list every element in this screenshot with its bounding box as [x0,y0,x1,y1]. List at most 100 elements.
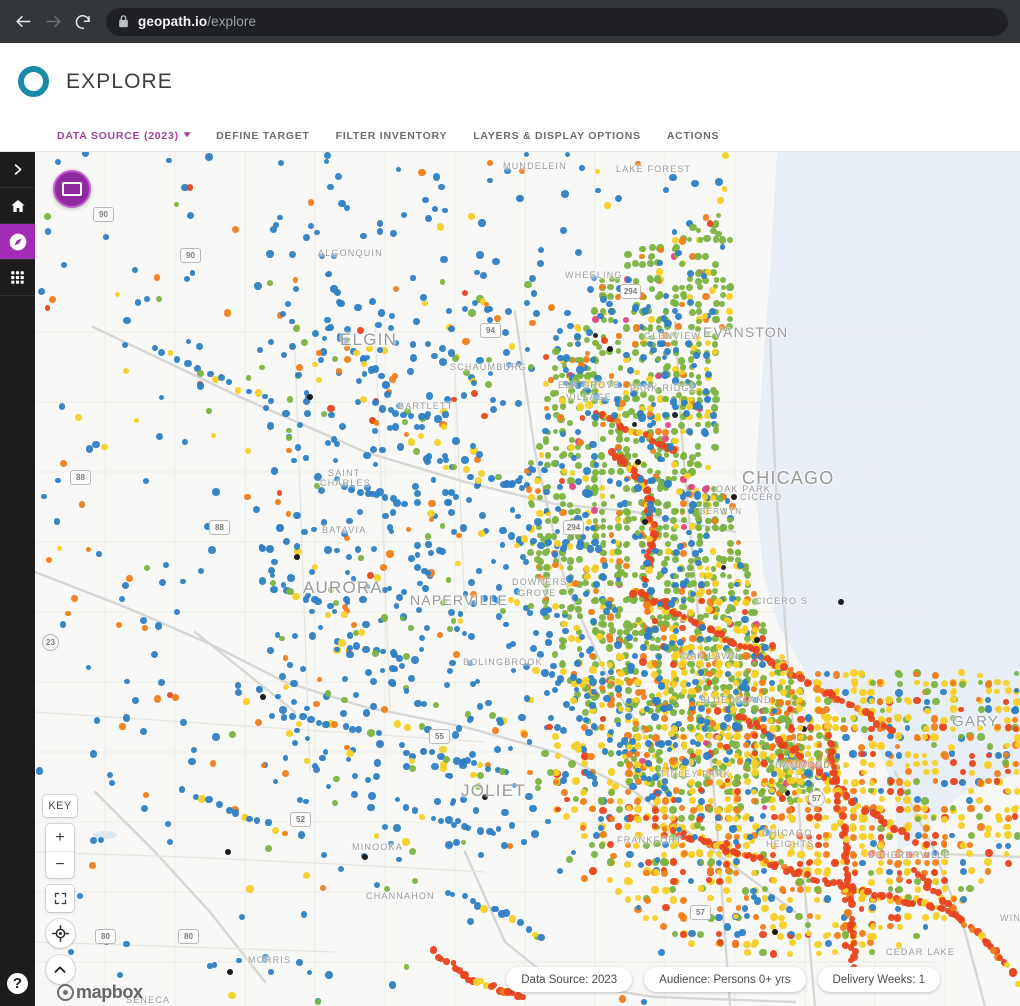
inventory-dot[interactable] [567,502,574,508]
inventory-dot[interactable] [559,667,567,675]
inventory-dot[interactable] [869,740,877,749]
inventory-dot[interactable] [643,705,650,712]
inventory-dot[interactable] [389,509,396,516]
inventory-dot[interactable] [279,705,288,714]
inventory-dot[interactable] [532,630,539,636]
inventory-dot[interactable] [985,777,992,785]
inventory-dot[interactable] [625,642,633,650]
inventory-dot[interactable] [617,568,625,577]
inventory-dot[interactable] [710,443,717,450]
inventory-dot[interactable] [470,771,477,779]
inventory-dot[interactable] [663,524,669,530]
inventory-dot[interactable] [372,461,378,467]
inventory-dot[interactable] [951,687,957,694]
inventory-dot[interactable] [741,905,748,912]
inventory-dot[interactable] [556,867,563,875]
inventory-dot[interactable] [316,350,322,356]
inventory-dot[interactable] [993,778,1001,785]
inventory-dot[interactable] [449,659,456,667]
inventory-dot[interactable] [44,228,52,235]
inventory-dot[interactable] [54,158,61,166]
inventory-dot[interactable] [715,555,723,562]
inventory-dot[interactable] [424,214,432,222]
inventory-dot[interactable] [634,805,643,813]
inventory-dot[interactable] [748,609,755,616]
inventory-dot[interactable] [676,391,682,398]
inventory-dot[interactable] [886,833,893,841]
inventory-dot[interactable] [711,341,719,348]
inventory-dot[interactable] [732,815,739,822]
inventory-dot[interactable] [795,933,802,940]
inventory-dot[interactable] [537,565,543,571]
inventory-dot[interactable] [924,707,931,715]
inventory-dot[interactable] [797,769,803,776]
rail-item-expand-panel[interactable] [0,152,35,188]
inventory-dot[interactable] [616,797,624,805]
inventory-dot[interactable] [715,769,722,776]
inventory-dot[interactable] [324,690,332,697]
inventory-dot[interactable] [860,769,867,776]
inventory-dot[interactable] [652,823,658,829]
inventory-dot[interactable] [600,523,606,530]
inventory-dot[interactable] [581,759,589,767]
inventory-dot[interactable] [712,427,719,434]
inventory-dot[interactable] [814,670,821,677]
inventory-dot[interactable] [346,632,353,639]
inventory-dot[interactable] [183,276,190,282]
inventory-dot[interactable] [922,824,930,832]
inventory-dot[interactable] [478,529,485,537]
inventory-dot[interactable] [940,716,948,725]
inventory-dot[interactable] [941,679,949,687]
inventory-dot[interactable] [715,877,723,886]
inventory-dot[interactable] [538,934,545,942]
inventory-dot[interactable] [267,280,273,286]
inventory-dot[interactable] [932,698,940,706]
inventory-dot[interactable] [706,680,713,686]
inventory-dot[interactable] [680,688,688,695]
inventory-dot[interactable] [492,257,500,266]
inventory-dot[interactable] [905,788,912,795]
inventory-dot[interactable] [373,419,380,426]
zoom-out-button[interactable]: − [46,851,74,878]
inventory-dot[interactable] [599,806,607,815]
inventory-dot[interactable] [589,678,598,686]
inventory-dot[interactable] [896,805,904,813]
inventory-dot[interactable] [922,734,929,740]
inventory-dot[interactable] [753,742,760,749]
inventory-dot[interactable] [796,715,805,724]
inventory-dot[interactable] [704,517,711,524]
inventory-dot[interactable] [299,713,307,721]
inventory-dot[interactable] [489,711,497,719]
inventory-dot[interactable] [617,705,624,712]
inventory-dot[interactable] [420,748,427,755]
inventory-dot[interactable] [89,750,98,758]
inventory-dot[interactable] [320,519,327,526]
nav-item-actions[interactable]: ACTIONS [667,130,720,142]
inventory-dot[interactable] [807,724,814,731]
inventory-dot[interactable] [896,870,903,876]
inventory-dot[interactable] [1013,734,1020,742]
inventory-dot[interactable] [382,381,390,389]
inventory-dot[interactable] [134,299,141,306]
inventory-dot[interactable] [605,600,612,608]
inventory-dot[interactable] [576,646,583,652]
inventory-dot[interactable] [724,876,732,884]
inventory-dot[interactable] [652,626,659,633]
inventory-dot[interactable] [585,519,592,526]
inventory-dot[interactable] [339,709,348,717]
inventory-dot[interactable] [561,556,567,562]
inventory-dot[interactable] [824,722,832,730]
inventory-dot[interactable] [367,803,375,812]
inventory-dot[interactable] [567,341,573,348]
inventory-dot[interactable] [574,461,582,469]
inventory-dot[interactable] [648,285,656,292]
inventory-dot[interactable] [189,270,195,276]
inventory-dot[interactable] [474,782,482,790]
inventory-dot[interactable] [632,259,640,267]
inventory-dot[interactable] [678,260,685,267]
inventory-dot[interactable] [374,321,382,329]
inventory-dot[interactable] [558,396,566,404]
inventory-dot[interactable] [186,212,194,220]
inventory-dot[interactable] [723,688,731,696]
inventory-dot[interactable] [209,760,216,767]
